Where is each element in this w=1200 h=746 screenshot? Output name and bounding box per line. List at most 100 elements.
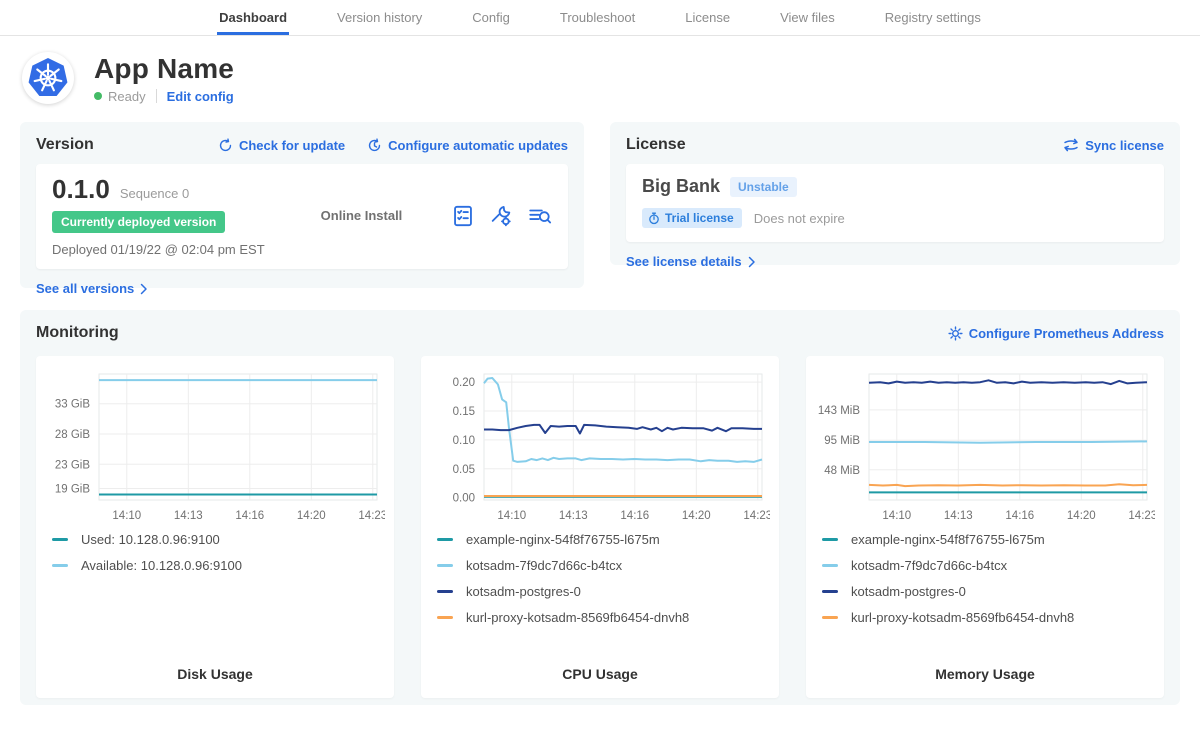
tab-license[interactable]: License — [683, 0, 732, 35]
chevron-right-icon — [748, 256, 756, 268]
install-type-label: Online Install — [321, 208, 403, 223]
svg-text:14:16: 14:16 — [235, 510, 264, 522]
legend-label: kotsadm-postgres-0 — [851, 584, 966, 599]
svg-text:0.00: 0.00 — [453, 493, 475, 505]
license-card-title: License — [626, 136, 686, 154]
license-card: License Sync license Big Bank Unstable — [610, 122, 1180, 265]
legend-swatch — [52, 564, 68, 567]
svg-text:19 GiB: 19 GiB — [55, 484, 90, 496]
chart-title: Memory Usage — [812, 666, 1158, 682]
channel-badge: Unstable — [730, 177, 797, 197]
legend-item: example-nginx-54f8f76755-l675m — [822, 532, 1158, 547]
tab-config[interactable]: Config — [470, 0, 512, 35]
legend-swatch — [822, 538, 838, 541]
clock-refresh-icon — [367, 138, 382, 153]
legend-item: example-nginx-54f8f76755-l675m — [437, 532, 773, 547]
divider — [156, 89, 157, 103]
edit-config-link[interactable]: Edit config — [167, 89, 234, 104]
memory-usage-legend: example-nginx-54f8f76755-l675m kotsadm-7f… — [822, 532, 1158, 636]
chart-title: CPU Usage — [427, 666, 773, 682]
sync-icon — [1063, 138, 1079, 152]
svg-text:14:20: 14:20 — [682, 510, 711, 522]
legend-label: kotsadm-7f9dc7d66c-b4tcx — [851, 558, 1007, 573]
trial-license-badge: Trial license — [642, 208, 742, 228]
legend-label: kotsadm-postgres-0 — [466, 584, 581, 599]
cpu-usage-card: 0.000.050.100.150.2014:1014:1314:1614:20… — [421, 356, 779, 698]
svg-text:14:23: 14:23 — [743, 510, 770, 522]
license-summary-panel: Big Bank Unstable Trial license Do — [626, 164, 1164, 242]
tab-troubleshoot[interactable]: Troubleshoot — [558, 0, 637, 35]
svg-text:143 MiB: 143 MiB — [818, 405, 861, 417]
legend-swatch — [437, 538, 453, 541]
deploy-logs-icon[interactable] — [528, 205, 552, 227]
legend-swatch — [437, 564, 453, 567]
top-navigation: Dashboard Version history Config Trouble… — [0, 0, 1200, 36]
disk-usage-legend: Used: 10.128.0.96:9100 Available: 10.128.… — [52, 532, 388, 584]
config-wrench-icon[interactable] — [490, 205, 512, 227]
see-all-versions-link[interactable]: See all versions — [36, 281, 148, 296]
legend-label: Used: 10.128.0.96:9100 — [81, 532, 220, 547]
svg-text:23 GiB: 23 GiB — [55, 459, 90, 471]
legend-item: kurl-proxy-kotsadm-8569fb6454-dnvh8 — [822, 610, 1158, 625]
legend-item: kotsadm-postgres-0 — [437, 584, 773, 599]
sequence-label: Sequence 0 — [120, 186, 189, 201]
memory-usage-card: 48 MiB95 MiB143 MiB14:1014:1314:1614:201… — [806, 356, 1164, 698]
svg-text:14:20: 14:20 — [1067, 510, 1096, 522]
configure-prometheus-link[interactable]: Configure Prometheus Address — [948, 326, 1164, 341]
configure-automatic-updates-link[interactable]: Configure automatic updates — [367, 138, 568, 153]
cpu-usage-chart: 0.000.050.100.150.2014:1014:1314:1614:20… — [430, 364, 770, 526]
svg-text:14:10: 14:10 — [112, 510, 141, 522]
legend-label: Available: 10.128.0.96:9100 — [81, 558, 242, 573]
tab-view-files[interactable]: View files — [778, 0, 837, 35]
preflight-checks-icon[interactable] — [452, 205, 474, 227]
legend-item: Available: 10.128.0.96:9100 — [52, 558, 388, 573]
disk-usage-card: 19 GiB23 GiB28 GiB33 GiB14:1014:1314:161… — [36, 356, 394, 698]
refresh-icon — [218, 138, 233, 153]
svg-text:0.20: 0.20 — [453, 377, 475, 389]
legend-item: kotsadm-7f9dc7d66c-b4tcx — [822, 558, 1158, 573]
see-license-details-link[interactable]: See license details — [626, 254, 756, 269]
status-dot — [94, 92, 102, 100]
deployed-timestamp: Deployed 01/19/22 @ 02:04 pm EST — [52, 242, 265, 257]
svg-text:14:13: 14:13 — [944, 510, 973, 522]
check-for-update-link[interactable]: Check for update — [218, 138, 345, 153]
legend-item: kotsadm-7f9dc7d66c-b4tcx — [437, 558, 773, 573]
legend-swatch — [822, 590, 838, 593]
currently-deployed-badge: Currently deployed version — [52, 211, 225, 233]
legend-label: kurl-proxy-kotsadm-8569fb6454-dnvh8 — [851, 610, 1074, 625]
disk-usage-chart: 19 GiB23 GiB28 GiB33 GiB14:1014:1314:161… — [45, 364, 385, 526]
status-text: Ready — [108, 89, 146, 104]
legend-swatch — [822, 564, 838, 567]
legend-item: kurl-proxy-kotsadm-8569fb6454-dnvh8 — [437, 610, 773, 625]
legend-item: kotsadm-postgres-0 — [822, 584, 1158, 599]
legend-swatch — [437, 590, 453, 593]
legend-swatch — [822, 616, 838, 619]
chart-title: Disk Usage — [42, 666, 388, 682]
version-number: 0.1.0 — [52, 174, 110, 205]
legend-label: example-nginx-54f8f76755-l675m — [466, 532, 660, 547]
tab-version-history[interactable]: Version history — [335, 0, 424, 35]
current-version-panel: 0.1.0 Sequence 0 Currently deployed vers… — [36, 164, 568, 269]
sync-license-link[interactable]: Sync license — [1063, 138, 1164, 153]
tab-dashboard[interactable]: Dashboard — [217, 0, 289, 35]
tab-registry-settings[interactable]: Registry settings — [883, 0, 983, 35]
svg-text:0.10: 0.10 — [453, 435, 475, 447]
memory-usage-chart: 48 MiB95 MiB143 MiB14:1014:1314:1614:201… — [815, 364, 1155, 526]
app-header: App Name Ready Edit config — [0, 36, 1200, 114]
version-card: Version Check for update Configure au — [20, 122, 584, 288]
svg-text:0.05: 0.05 — [453, 464, 475, 476]
legend-label: kotsadm-7f9dc7d66c-b4tcx — [466, 558, 622, 573]
legend-item: Used: 10.128.0.96:9100 — [52, 532, 388, 547]
svg-text:95 MiB: 95 MiB — [824, 435, 860, 447]
license-name: Big Bank — [642, 176, 720, 197]
charts-row: 19 GiB23 GiB28 GiB33 GiB14:1014:1314:161… — [36, 356, 1164, 698]
summary-cards-row: Version Check for update Configure au — [0, 114, 1200, 288]
gear-icon — [948, 326, 963, 341]
monitoring-title: Monitoring — [36, 324, 119, 342]
legend-label: kurl-proxy-kotsadm-8569fb6454-dnvh8 — [466, 610, 689, 625]
svg-text:14:20: 14:20 — [297, 510, 326, 522]
cpu-usage-legend: example-nginx-54f8f76755-l675m kotsadm-7f… — [437, 532, 773, 636]
version-card-title: Version — [36, 136, 94, 154]
svg-text:28 GiB: 28 GiB — [55, 429, 90, 441]
svg-text:0.15: 0.15 — [453, 406, 475, 418]
